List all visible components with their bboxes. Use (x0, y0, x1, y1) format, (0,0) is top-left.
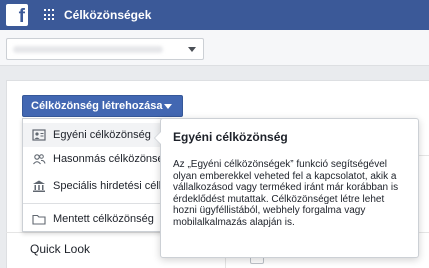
account-name-redacted (13, 46, 163, 53)
menu-item-saved-audience[interactable]: Mentett célközönség (23, 207, 171, 231)
tooltip-body: Az „Egyéni célközönségek” funkció segíts… (173, 159, 399, 228)
menu-divider (23, 203, 171, 204)
quick-look-label: Quick Look (30, 242, 91, 256)
menu-item-label: Egyéni célközönség (53, 129, 151, 141)
facebook-logo[interactable]: f (6, 4, 28, 27)
ad-account-select[interactable] (6, 38, 204, 60)
tooltip-title: Egyéni célközönség (173, 130, 288, 144)
account-bar (0, 30, 429, 66)
menu-item-label: Speciális hirdetési célközönség (53, 180, 171, 192)
chevron-down-icon (188, 47, 196, 52)
app-title: Célközönségek (64, 8, 152, 22)
chevron-down-icon (164, 104, 172, 109)
create-audience-button[interactable]: Célközönség létrehozása (22, 95, 183, 117)
menu-item-label: Hasonmás célközönség (53, 153, 170, 165)
top-bar: f Célközönségek (0, 0, 429, 30)
menu-item-special-ad-audience[interactable]: Speciális hirdetési célközönség (23, 174, 171, 198)
institution-icon (32, 179, 46, 193)
menu-item-label: Mentett célközönség (53, 213, 154, 225)
people-icon (32, 152, 46, 166)
menu-item-custom-audience[interactable]: Egyéni célközönség (23, 123, 171, 147)
folder-icon (32, 212, 46, 226)
custom-audience-tooltip: Egyéni célközönség Az „Egyéni célközönsé… (154, 118, 419, 258)
custom-audience-icon (32, 128, 46, 142)
menu-item-lookalike-audience[interactable]: Hasonmás célközönség (23, 147, 171, 171)
create-audience-menu: Egyéni célközönség Hasonmás célközönség … (22, 118, 172, 232)
apps-grid-icon[interactable] (44, 9, 56, 21)
